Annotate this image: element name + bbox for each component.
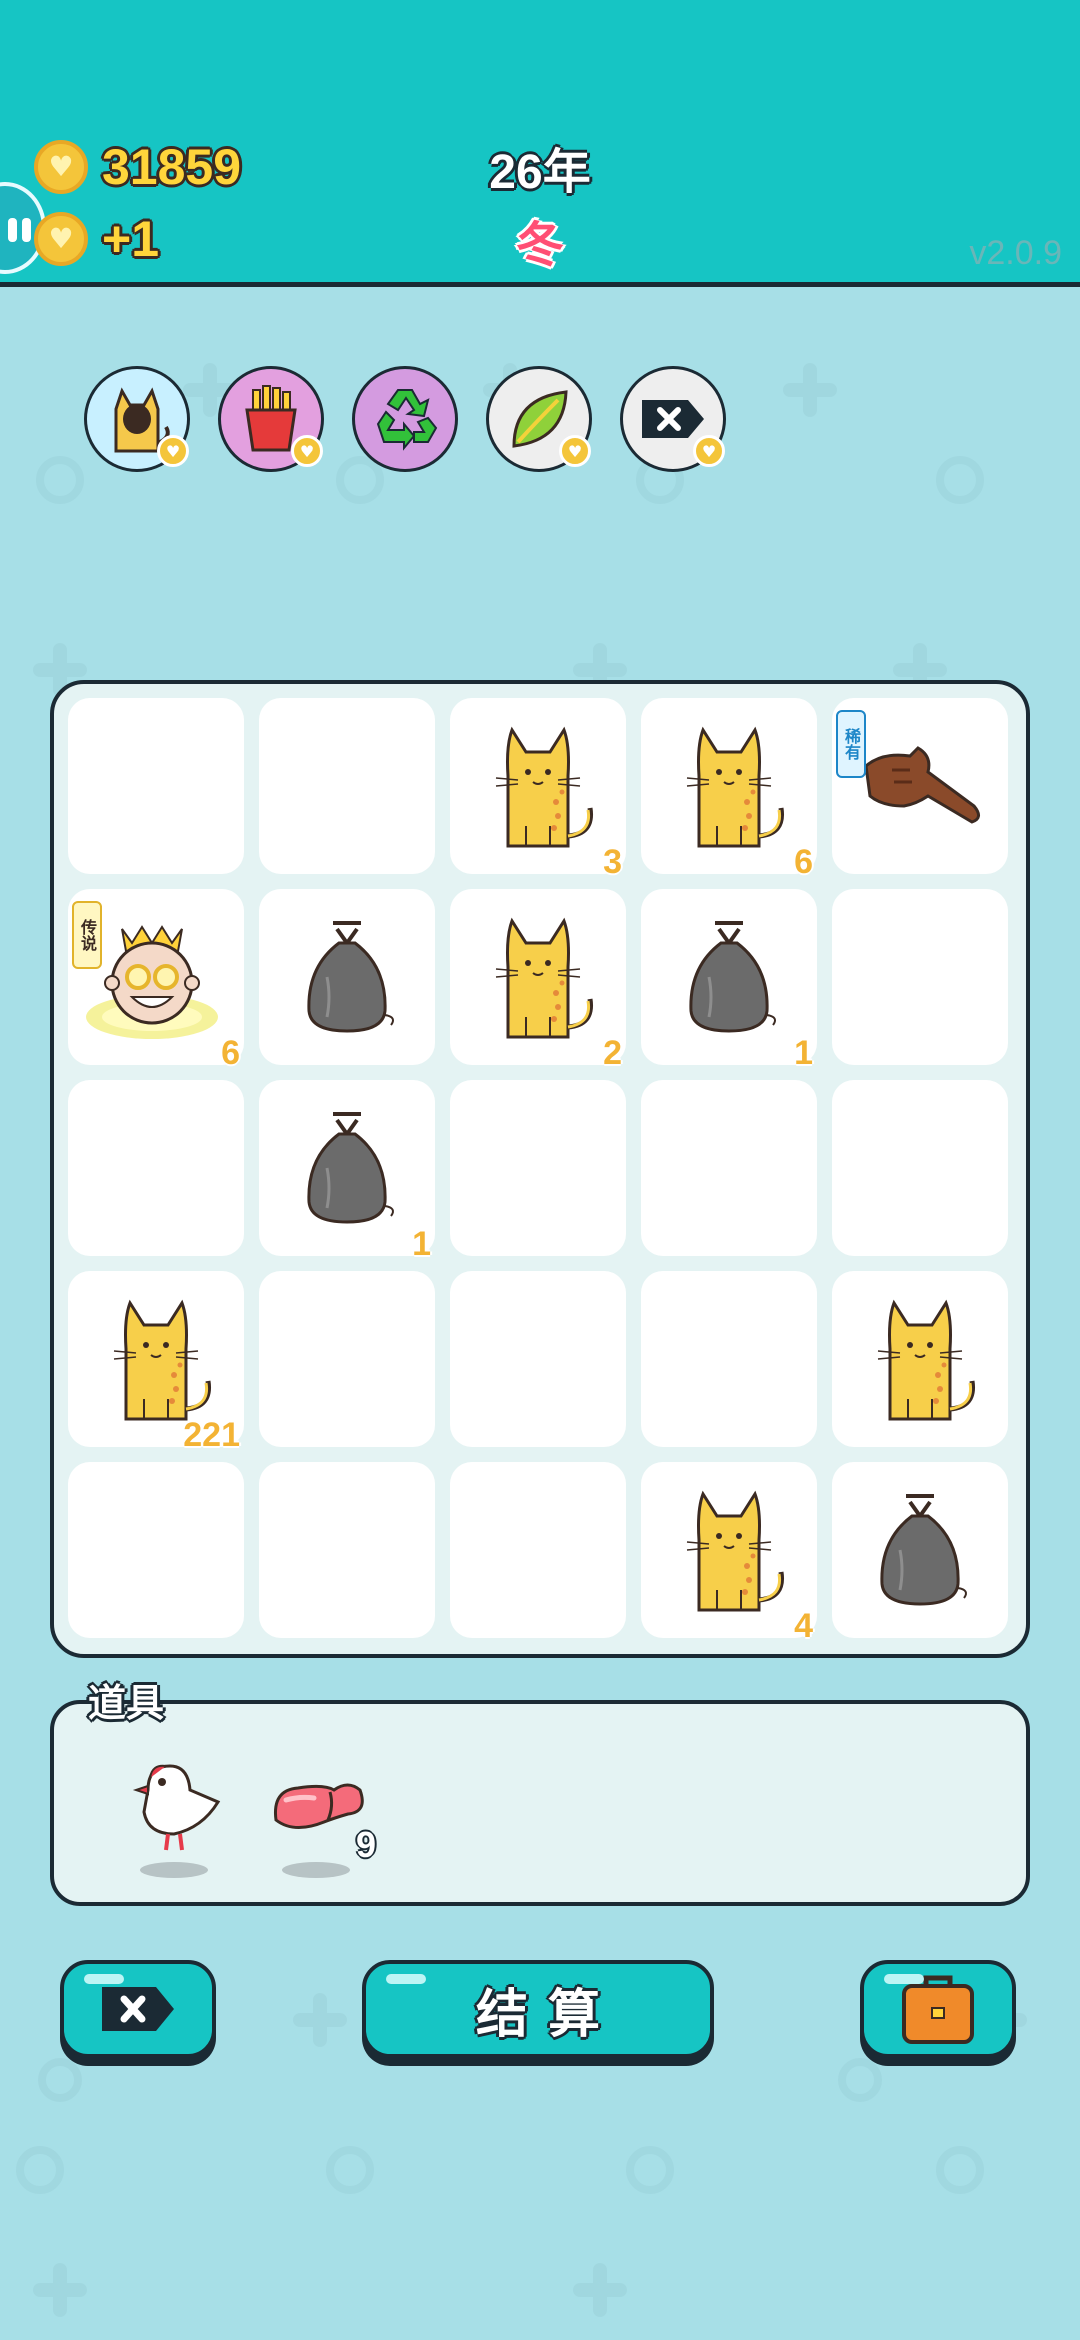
board-cell[interactable]: 2 — [450, 889, 626, 1072]
tool-meat-count: 9 — [356, 1824, 377, 1865]
board-cell[interactable] — [641, 1080, 817, 1256]
season-label: 冬 — [515, 217, 564, 273]
cat-icon — [669, 716, 789, 856]
board-cell[interactable] — [68, 1462, 244, 1638]
top-bar: ♥ 31859 ♥ +1 26年 冬 v2.0.9 — [0, 0, 1080, 287]
board-cell[interactable]: 1 — [259, 1080, 435, 1263]
coin-cost-badge: ♥ — [693, 435, 725, 467]
briefcase-icon — [902, 1975, 974, 2044]
settle-button[interactable]: 结算 — [362, 1960, 714, 2058]
coin-cost-badge: ♥ — [291, 435, 323, 467]
board-cell[interactable]: 传说 6 — [68, 889, 244, 1072]
board-cell[interactable]: 6 — [641, 698, 817, 881]
coin-cost-badge: ♥ — [559, 435, 591, 467]
board-cell[interactable] — [450, 1462, 626, 1638]
skill-fries[interactable]: ♥ — [218, 366, 324, 472]
board-cell[interactable] — [832, 1080, 1008, 1256]
item-count: 1 — [794, 1034, 813, 1072]
garbage-bag-icon — [860, 1480, 980, 1620]
bird-icon — [132, 1764, 221, 1878]
recycle-icon — [376, 389, 438, 451]
delete-tag-icon — [102, 1987, 174, 2031]
king-icon — [82, 899, 222, 1039]
pointing-hand-icon — [852, 726, 992, 866]
board-cell[interactable] — [450, 1080, 626, 1256]
item-count: 4 — [794, 1607, 813, 1645]
settle-button-label: 结算 — [475, 1984, 620, 2045]
delete-tag-icon — [642, 400, 704, 438]
board-cell[interactable]: 3 — [450, 698, 626, 881]
cat-icon — [669, 1480, 789, 1620]
tool-bird[interactable] — [118, 1750, 228, 1880]
item-count: 1 — [412, 1225, 431, 1263]
board-cell[interactable] — [259, 1462, 435, 1638]
bag-button[interactable] — [860, 1960, 1016, 2058]
item-count: 3 — [603, 843, 622, 881]
item-count: 6 — [794, 843, 813, 881]
cat-icon — [478, 907, 598, 1047]
board-cell[interactable] — [259, 698, 435, 874]
skill-cat-eat[interactable]: ♥ — [84, 366, 190, 472]
garbage-bag-icon — [669, 907, 789, 1047]
garbage-bag-icon — [287, 1098, 407, 1238]
cat-icon — [478, 716, 598, 856]
skill-recycle[interactable] — [352, 366, 458, 472]
game-board: 3 6 稀有传说 6 2 1 1 221 4 — [50, 680, 1030, 1658]
board-cell[interactable] — [68, 1080, 244, 1256]
board-cell[interactable] — [450, 1271, 626, 1447]
garbage-bag-icon — [287, 907, 407, 1047]
remove-button[interactable] — [60, 1960, 216, 2058]
board-cell[interactable] — [832, 1271, 1008, 1447]
coin-icon: ♥ — [34, 140, 88, 194]
board-cell[interactable] — [259, 1271, 435, 1447]
cat-icon — [860, 1289, 980, 1429]
rarity-tag: 稀有 — [836, 710, 866, 778]
coin-balance: 31859 — [102, 139, 242, 195]
income-coin-icon: ♥ — [34, 212, 88, 266]
item-count: 2 — [603, 1034, 622, 1072]
board-cell[interactable]: 1 — [641, 889, 817, 1072]
skill-delete[interactable]: ♥ — [620, 366, 726, 472]
item-count: 6 — [221, 1034, 240, 1072]
board-cell[interactable] — [259, 889, 435, 1065]
board-cell[interactable] — [832, 889, 1008, 1065]
cat-icon — [96, 1289, 216, 1429]
board-cell[interactable]: 稀有 — [832, 698, 1008, 874]
items-panel-title: 道具 — [88, 1681, 165, 1725]
items-panel: 9 — [50, 1700, 1030, 1906]
skill-leaf[interactable]: ♥ — [486, 366, 592, 472]
board-cell[interactable]: 4 — [641, 1462, 817, 1645]
board-cell[interactable] — [832, 1462, 1008, 1638]
board-cell[interactable] — [641, 1271, 817, 1447]
board-cell[interactable]: 221 — [68, 1271, 244, 1454]
board-cell[interactable] — [68, 698, 244, 874]
version-label: v2.0.9 — [969, 234, 1062, 272]
rarity-tag: 传说 — [72, 901, 102, 969]
year-label: 26年 — [489, 146, 591, 199]
skill-bar: ♥ ♥ ♥ ♥ — [0, 366, 1080, 476]
coin-cost-badge: ♥ — [157, 435, 189, 467]
item-count: 221 — [183, 1416, 240, 1454]
income-rate: +1 — [102, 211, 160, 267]
